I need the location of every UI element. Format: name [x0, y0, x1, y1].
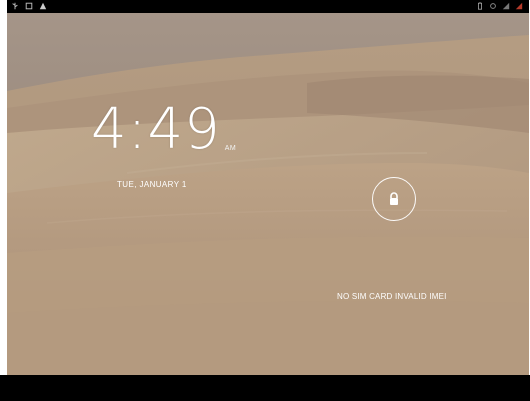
status-bar-system — [476, 2, 523, 10]
signal-icon — [502, 2, 510, 10]
alert-icon — [515, 2, 523, 10]
clock-time: 4:49 — [91, 97, 221, 162]
lockscreen-date: TUE, JANUARY 1 — [117, 180, 187, 189]
desert-wallpaper — [7, 13, 529, 375]
screenshot-icon — [25, 2, 33, 10]
sync-icon — [490, 3, 496, 9]
tablet-screen: 4:49 AM TUE, JANUARY 1 NO SIM CARD INVAL… — [7, 0, 529, 375]
lockscreen-clock: 4:49 AM — [91, 102, 236, 158]
unlock-button[interactable] — [372, 177, 416, 221]
navigation-bar — [0, 375, 530, 401]
battery-icon — [478, 2, 482, 10]
status-bar[interactable] — [7, 0, 529, 13]
status-bar-notifications — [11, 2, 47, 10]
carrier-status: NO SIM CARD INVALID IMEI — [337, 292, 447, 301]
lock-icon — [390, 192, 398, 205]
usb-icon — [12, 2, 18, 10]
clock-ampm: AM — [224, 145, 237, 152]
warning-icon — [39, 2, 47, 10]
